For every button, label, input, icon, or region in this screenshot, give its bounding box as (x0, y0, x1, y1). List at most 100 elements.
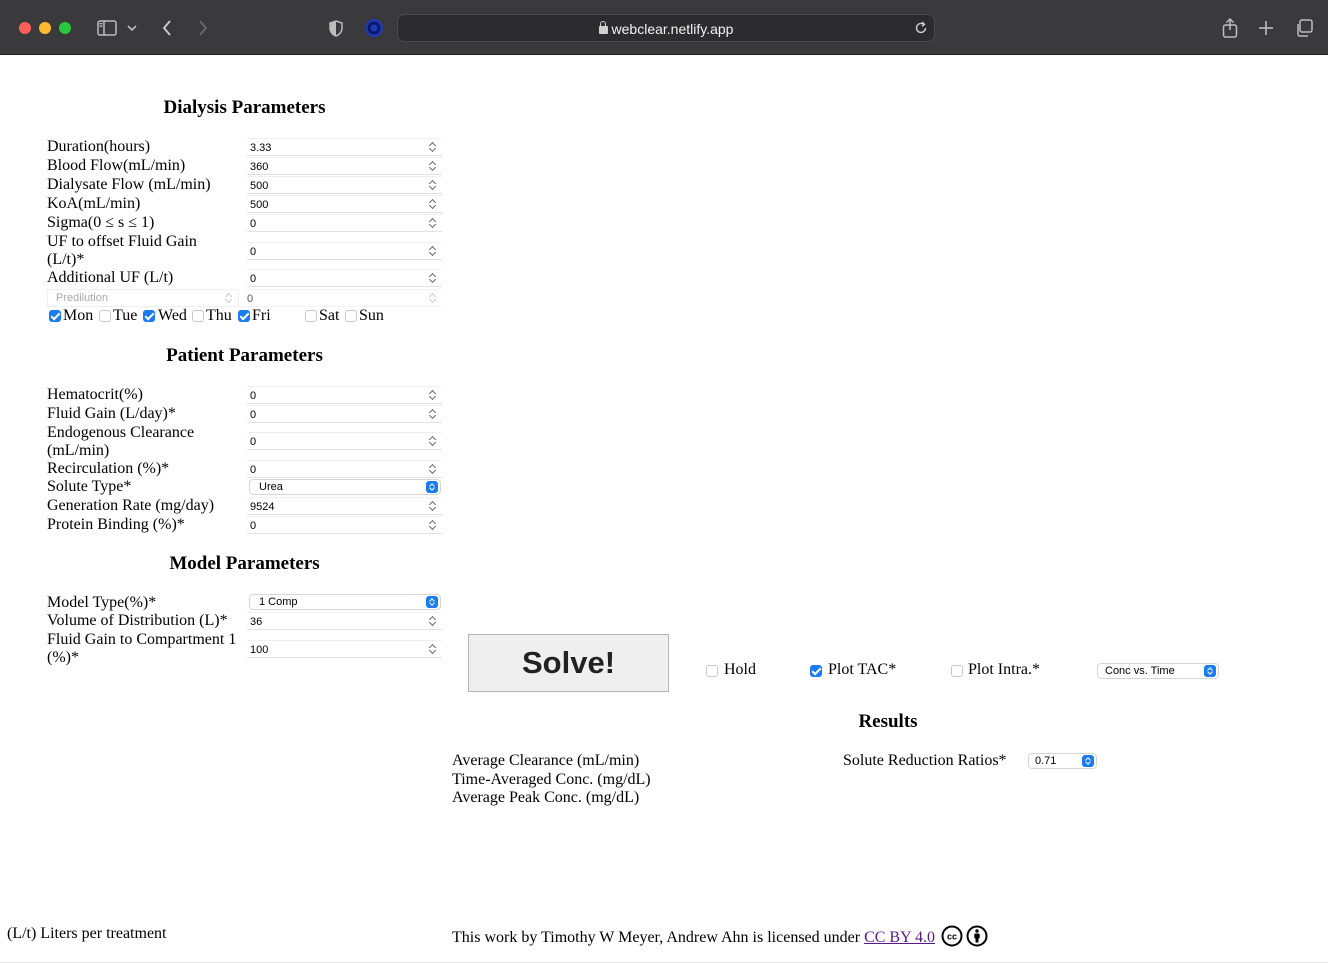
predilution-select: Predilution (47, 289, 239, 307)
forward-icon[interactable] (194, 15, 212, 41)
blood-flow-label: Blood Flow(mL/min) (47, 157, 186, 174)
sigma-input[interactable]: 0 (247, 214, 442, 232)
endogenous-clearance-input[interactable]: 0 (247, 432, 442, 450)
model-type-select[interactable]: 1 Comp (249, 594, 441, 610)
solute-reduction-ratio-select[interactable]: 0.71 (1028, 753, 1097, 769)
stepper-icon[interactable] (429, 500, 437, 512)
browser-toolbar: webclear.netlify.app (0, 0, 1328, 55)
blood-flow-input[interactable]: 360 (247, 157, 442, 175)
day-wed-checkbox[interactable] (143, 310, 155, 322)
attribution-icon (966, 925, 988, 947)
stepper-icon[interactable] (429, 245, 437, 257)
stepper-icon[interactable] (429, 141, 437, 153)
select-arrows-icon (426, 481, 438, 493)
back-icon[interactable] (158, 15, 176, 41)
koa-label: KoA(mL/min) (47, 195, 141, 212)
patient-parameters-heading: Patient Parameters (166, 345, 323, 366)
zoom-window-button[interactable] (59, 22, 71, 34)
uf-offset-label: UF to offset Fluid Gain (L/t)* (47, 233, 197, 268)
solve-button[interactable]: Solve! (468, 634, 669, 692)
sidebar-icon[interactable] (95, 15, 119, 41)
close-window-button[interactable] (19, 22, 31, 34)
chevron-down-icon[interactable] (125, 15, 139, 41)
creative-commons-icon: cc (941, 925, 963, 947)
protein-binding-input[interactable]: 0 (247, 516, 442, 534)
plot-intra-label: Plot Intra.* (968, 661, 1040, 678)
sigma-label: Sigma(0 ≤ s ≤ 1) (47, 214, 155, 231)
solute-type-label: Solute Type* (47, 478, 132, 495)
reload-icon[interactable] (912, 19, 930, 37)
tab-overview-icon[interactable] (1293, 15, 1315, 41)
day-wed-label: Wed (158, 307, 187, 324)
day-thu-checkbox[interactable] (192, 310, 204, 322)
model-parameters-heading: Model Parameters (169, 553, 320, 574)
share-icon[interactable] (1219, 15, 1241, 41)
additional-uf-input[interactable]: 0 (247, 269, 442, 287)
recirculation-label: Recirculation (%)* (47, 460, 170, 477)
stepper-icon (429, 292, 437, 304)
koa-input[interactable]: 500 (247, 195, 442, 213)
hematocrit-input[interactable]: 0 (247, 386, 442, 404)
protein-binding-label: Protein Binding (%)* (47, 516, 185, 533)
average-clearance-label: Average Clearance (mL/min) (452, 752, 640, 769)
day-sat-checkbox[interactable] (305, 310, 317, 322)
results-heading: Results (858, 711, 918, 732)
solute-type-select[interactable]: Urea (249, 479, 441, 495)
time-averaged-conc-label: Time-Averaged Conc. (mg/dL) (452, 771, 651, 788)
stepper-icon[interactable] (429, 198, 437, 210)
footnote-liters-per-treatment: (L/t) Liters per treatment (7, 925, 167, 942)
day-mon-label: Mon (63, 307, 94, 324)
duration-label: Duration(hours) (47, 138, 151, 155)
model-type-label: Model Type(%)* (47, 594, 157, 611)
day-sun-checkbox[interactable] (345, 310, 357, 322)
day-tue-checkbox[interactable] (99, 310, 111, 322)
dialysate-flow-input[interactable]: 500 (247, 176, 442, 194)
day-fri-checkbox[interactable] (238, 310, 250, 322)
stepper-icon[interactable] (429, 217, 437, 229)
stepper-icon (225, 292, 233, 304)
recirculation-input[interactable]: 0 (247, 460, 442, 478)
stepper-icon[interactable] (429, 408, 437, 420)
hold-checkbox[interactable] (706, 665, 718, 677)
stepper-icon[interactable] (429, 160, 437, 172)
uf-offset-input[interactable]: 0 (247, 242, 442, 260)
plot-tac-label: Plot TAC* (828, 661, 897, 678)
duration-input[interactable]: 3.33 (247, 138, 442, 156)
stepper-icon[interactable] (429, 615, 437, 627)
day-sun-label: Sun (359, 307, 384, 324)
fluid-gain-label: Fluid Gain (L/day)* (47, 405, 176, 422)
day-tue-label: Tue (113, 307, 138, 324)
new-tab-icon[interactable] (1256, 15, 1276, 41)
plot-intra-checkbox[interactable] (951, 665, 963, 677)
day-sat-label: Sat (319, 307, 340, 324)
stepper-icon[interactable] (429, 179, 437, 191)
address-bar[interactable]: webclear.netlify.app (397, 14, 935, 42)
extension-icon[interactable] (363, 15, 385, 41)
fluid-gain-input[interactable]: 0 (247, 405, 442, 423)
privacy-shield-icon[interactable] (326, 15, 346, 41)
average-peak-conc-label: Average Peak Conc. (mg/dL) (452, 789, 640, 806)
plot-tac-checkbox[interactable] (810, 665, 822, 677)
license-link[interactable]: CC BY 4.0 (864, 929, 935, 946)
plot-type-select[interactable]: Conc vs. Time (1097, 663, 1219, 679)
fluid-gain-compartment-label: Fluid Gain to Compartment 1 (%)* (47, 631, 237, 666)
stepper-icon[interactable] (429, 389, 437, 401)
stepper-icon[interactable] (429, 463, 437, 475)
volume-distribution-input[interactable]: 36 (247, 612, 442, 630)
day-thu-label: Thu (206, 307, 232, 324)
day-mon-checkbox[interactable] (49, 310, 61, 322)
stepper-icon[interactable] (429, 435, 437, 447)
url-text: webclear.netlify.app (398, 21, 934, 37)
volume-distribution-label: Volume of Distribution (L)* (47, 612, 228, 629)
generation-rate-input[interactable]: 9524 (247, 497, 442, 515)
hematocrit-label: Hematocrit(%) (47, 386, 143, 403)
hold-label: Hold (724, 661, 756, 678)
stepper-icon[interactable] (429, 519, 437, 531)
stepper-icon[interactable] (429, 272, 437, 284)
stepper-icon[interactable] (429, 643, 437, 655)
license-text: This work by Timothy W Meyer, Andrew Ahn… (452, 929, 936, 946)
fluid-gain-compartment-input[interactable]: 100 (247, 640, 442, 658)
select-arrows-icon (1204, 665, 1216, 677)
day-fri-label: Fri (252, 307, 271, 324)
minimize-window-button[interactable] (39, 22, 51, 34)
